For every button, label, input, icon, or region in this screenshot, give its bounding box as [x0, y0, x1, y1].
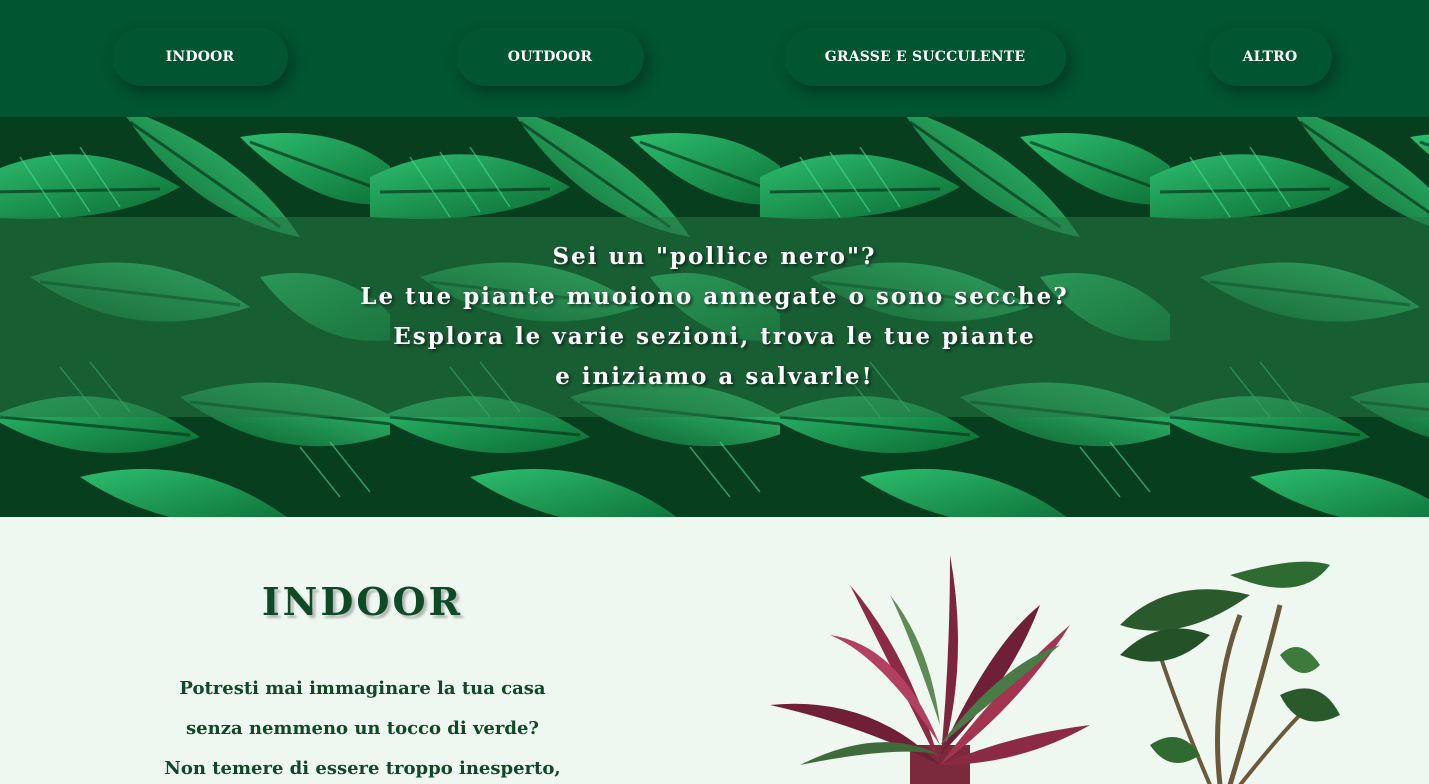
- section-title: INDOOR: [261, 579, 464, 624]
- nav-outdoor-button[interactable]: OUTDOOR: [456, 28, 644, 86]
- description-line-3: Non temere di essere troppo inesperto,: [164, 758, 561, 779]
- calathea-plant-image: [770, 555, 1090, 784]
- hero-message: Sei un "pollice nero"? Le tue piante muo…: [0, 237, 1429, 397]
- nav-grasse-succulente-button[interactable]: GRASSE E SUCCULENTE: [784, 28, 1066, 86]
- nav-altro-button[interactable]: ALTRO: [1208, 28, 1332, 86]
- nav-indoor-button[interactable]: INDOOR: [112, 28, 288, 86]
- alocasia-plant-image: [1120, 561, 1340, 784]
- hero-line-1: Sei un "pollice nero"?: [552, 243, 877, 270]
- hero-line-3: Esplora le varie sezioni, trova le tue p…: [393, 323, 1036, 350]
- description-line-2: senza nemmeno un tocco di verde?: [186, 718, 539, 739]
- top-nav: INDOOR OUTDOOR GRASSE E SUCCULENTE ALTRO: [0, 0, 1429, 117]
- indoor-section: INDOOR Potresti mai immaginare la tua ca…: [0, 517, 1429, 784]
- section-description: Potresti mai immaginare la tua casa senz…: [110, 669, 615, 784]
- description-line-1: Potresti mai immaginare la tua casa: [179, 678, 546, 699]
- hero-line-2: Le tue piante muoiono annegate o sono se…: [360, 283, 1069, 310]
- hero-banner: Sei un "pollice nero"? Le tue piante muo…: [0, 117, 1429, 517]
- hero-line-4: e iniziamo a salvarle!: [555, 363, 874, 390]
- plants-image: [770, 555, 1340, 784]
